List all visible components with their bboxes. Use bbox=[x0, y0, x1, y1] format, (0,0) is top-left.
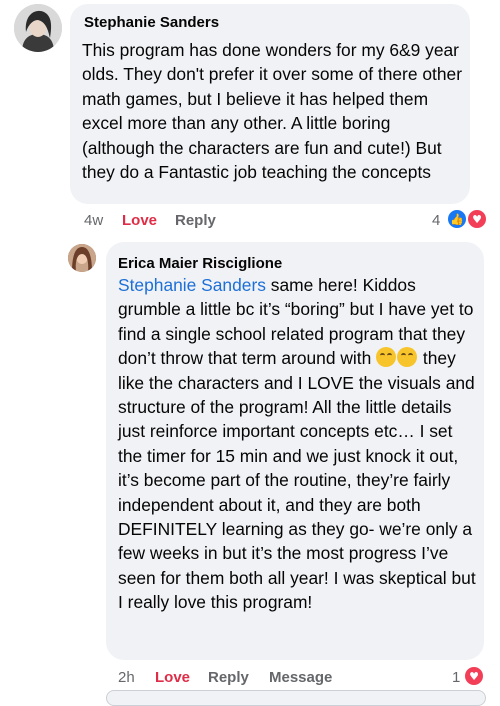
comment-timestamp[interactable]: 2h bbox=[118, 669, 135, 686]
comment-timestamp[interactable]: 4w bbox=[84, 212, 103, 229]
avatar-stephanie-sanders[interactable] bbox=[14, 4, 62, 52]
comment-author[interactable]: Erica Maier Risciglione bbox=[118, 255, 282, 272]
like-icon[interactable]: 👍 bbox=[446, 208, 468, 230]
heart-icon[interactable]: ♥ bbox=[463, 665, 485, 687]
tears-of-joy-emoji-icon bbox=[397, 347, 418, 368]
profile-photo-icon bbox=[68, 244, 96, 272]
mention-link[interactable]: Stephanie Sanders bbox=[118, 275, 266, 295]
avatar-erica-maier-risciglione[interactable] bbox=[68, 244, 96, 272]
comment-author[interactable]: Stephanie Sanders bbox=[84, 14, 219, 31]
message-button[interactable]: Message bbox=[269, 669, 332, 686]
love-button[interactable]: Love bbox=[122, 212, 157, 229]
tears-of-joy-emoji-icon bbox=[376, 347, 397, 368]
reaction-count[interactable]: 1 bbox=[452, 669, 460, 686]
heart-icon[interactable]: ♥ bbox=[466, 208, 488, 230]
comment-text: This program has done wonders for my 6&9… bbox=[82, 40, 462, 183]
comment-text-part: they like the characters and I LOVE the … bbox=[118, 348, 476, 613]
reply-button[interactable]: Reply bbox=[175, 212, 216, 229]
profile-photo-icon bbox=[14, 4, 62, 52]
reply-input[interactable] bbox=[106, 690, 486, 706]
comment-text: Stephanie Sanders same here! Kiddos grum… bbox=[118, 273, 478, 615]
reaction-count[interactable]: 4 bbox=[432, 212, 440, 229]
reply-button[interactable]: Reply bbox=[208, 669, 249, 686]
love-button[interactable]: Love bbox=[155, 669, 190, 686]
